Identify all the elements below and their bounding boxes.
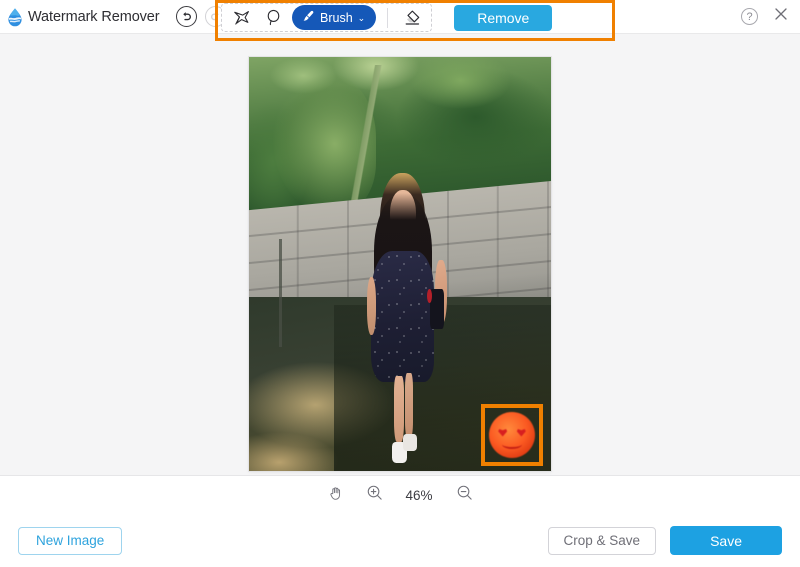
save-label: Save xyxy=(710,532,742,549)
image-canvas-area[interactable] xyxy=(0,34,800,475)
toolbar-divider xyxy=(387,7,389,28)
crop-and-save-label: Crop & Save xyxy=(563,533,641,548)
close-button[interactable] xyxy=(772,8,790,26)
subject-dress xyxy=(371,251,434,382)
window-controls: ? xyxy=(741,8,790,26)
help-label: ? xyxy=(746,10,753,23)
polygonal-lasso-icon xyxy=(232,8,251,27)
remove-button[interactable]: Remove xyxy=(454,4,553,31)
crop-and-save-button[interactable]: Crop & Save xyxy=(547,526,657,555)
water-drop-logo-icon xyxy=(4,6,26,28)
watermark-selection-box[interactable] xyxy=(481,404,543,466)
redo-arrow-icon xyxy=(209,10,222,23)
undo-button[interactable] xyxy=(175,6,197,27)
save-button[interactable]: Save xyxy=(670,526,782,555)
footer-bar: New Image Crop & Save Save xyxy=(0,514,800,567)
remove-label: Remove xyxy=(477,9,530,26)
history-controls xyxy=(175,6,226,27)
eraser-tool[interactable] xyxy=(397,5,427,30)
footer-actions: Crop & Save Save xyxy=(547,526,782,555)
photo-frame[interactable] xyxy=(249,57,551,471)
selection-tools-group: Brush ⌄ xyxy=(221,3,433,32)
watermark-remover-window: Watermark Remover ? Brush ⌄ Remove 46% N… xyxy=(0,0,800,567)
close-x-icon xyxy=(773,6,789,27)
photo-pole xyxy=(279,239,283,347)
photo-subject xyxy=(366,172,447,463)
brush-icon xyxy=(301,9,315,26)
free-lasso-tool[interactable] xyxy=(258,5,288,30)
chevron-down-icon: ⌄ xyxy=(357,13,366,23)
app-brand: Watermark Remover xyxy=(4,6,160,28)
zoom-level-label: 46% xyxy=(405,487,433,503)
help-circle-icon[interactable]: ? xyxy=(741,8,758,25)
zoom-out-button[interactable] xyxy=(454,485,474,505)
new-image-label: New Image xyxy=(36,533,105,548)
subject-leg-left xyxy=(394,375,404,443)
subject-arm-left xyxy=(366,277,377,336)
zoom-out-icon xyxy=(456,484,473,506)
eraser-icon xyxy=(402,8,422,28)
new-image-button[interactable]: New Image xyxy=(18,526,123,555)
undo-arrow-icon xyxy=(180,10,193,23)
app-title: Watermark Remover xyxy=(28,8,160,25)
brush-tool[interactable]: Brush ⌄ xyxy=(292,5,377,30)
polygonal-lasso-tool[interactable] xyxy=(226,5,256,30)
free-lasso-icon xyxy=(264,8,283,27)
brush-label: Brush xyxy=(320,10,353,25)
subject-sandal-right xyxy=(403,433,417,452)
hand-pan-icon xyxy=(328,485,344,506)
zoom-toolbar: 46% xyxy=(0,475,800,514)
subject-handbag xyxy=(429,288,444,330)
zoom-in-icon xyxy=(366,484,383,506)
hand-pan-button[interactable] xyxy=(326,485,346,505)
zoom-in-button[interactable] xyxy=(364,485,384,505)
subject-leg-right xyxy=(404,372,414,437)
edit-tools-cluster: Brush ⌄ Remove xyxy=(221,3,553,32)
